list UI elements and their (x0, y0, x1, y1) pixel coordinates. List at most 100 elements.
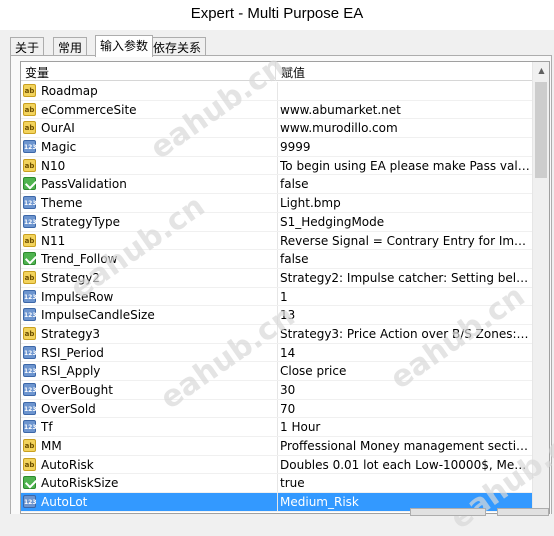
variable-name: AutoRiskSize (41, 476, 119, 491)
grid-row[interactable]: ab OurAI www.murodillo.com (21, 119, 532, 139)
variable-value[interactable]: 1 Hour (280, 420, 530, 434)
boolean-type-icon (23, 476, 36, 490)
grid-row[interactable]: ab Roadmap (21, 82, 532, 101)
variable-name: AutoRisk (41, 457, 94, 472)
vertical-scrollbar[interactable]: ▲ (532, 62, 549, 513)
tab-common[interactable]: 常用 (53, 37, 88, 56)
variable-value[interactable]: false (280, 177, 530, 191)
scroll-up-icon[interactable]: ▲ (533, 62, 549, 79)
numeric-type-icon: 123 (23, 140, 37, 154)
ok-button[interactable] (410, 508, 486, 516)
column-header-value[interactable]: 赋值 (277, 62, 532, 81)
column-separator (277, 138, 278, 156)
variable-name: ImpulseCandleSize (41, 308, 155, 323)
column-separator (277, 474, 278, 493)
grid-row[interactable]: Trend_Follow false (21, 250, 532, 269)
string-type-icon: ab (23, 121, 36, 135)
column-separator (277, 156, 278, 175)
variable-value[interactable]: www.abumarket.net (280, 103, 530, 117)
string-type-icon: ab (23, 326, 36, 340)
variable-name: ImpulseRow (41, 289, 114, 304)
numeric-type-icon: 123 (23, 401, 37, 415)
numeric-type-icon: 123 (23, 383, 37, 396)
numeric-type-icon: 123 (23, 364, 37, 378)
column-separator (277, 324, 278, 343)
grid-row[interactable]: AutoRiskSize true (21, 474, 532, 494)
variable-value[interactable]: 14 (280, 346, 530, 360)
grid-row[interactable]: ab AutoRisk Doubles 0.01 lot each Low-1000… (21, 455, 532, 475)
column-separator (277, 82, 278, 100)
grid-row[interactable]: 123 ImpulseRow 1 (21, 287, 532, 307)
variable-value[interactable]: Strategy3: Price Action over B/S Zones: … (280, 327, 530, 341)
grid-row[interactable]: ab MM Proffessional Money management secti… (21, 437, 532, 456)
column-separator (277, 194, 278, 212)
string-type-icon: ab (23, 270, 36, 284)
grid-row[interactable]: 123 Magic 9999 (21, 138, 532, 157)
variable-value[interactable]: Close price (280, 364, 530, 378)
variable-name: Trend_Follow (41, 252, 118, 267)
string-type-icon: ab (23, 158, 36, 172)
grid-row[interactable]: 123 OverSold 70 (21, 399, 532, 419)
column-separator (277, 399, 278, 418)
title-bar: Expert - Multi Purpose EA (0, 0, 554, 30)
grid-row[interactable]: 123 RSI_Apply Close price (21, 362, 532, 381)
variable-value[interactable]: Reverse Signal = Contrary Entry for Impu… (280, 234, 530, 248)
variable-name: PassValidation (41, 177, 127, 192)
variable-name: N10 (41, 158, 66, 173)
variable-value[interactable]: 13 (280, 308, 530, 322)
column-separator (277, 362, 278, 380)
column-separator (277, 287, 278, 306)
variable-value[interactable]: Doubles 0.01 lot each Low-10000$, Med-50… (280, 458, 530, 472)
inputs-grid: 变量 赋值 ab Roadmap ab eCommerceSite www.abumar… (20, 61, 550, 514)
string-type-icon: ab (23, 84, 36, 97)
grid-rows: ab Roadmap ab eCommerceSite www.abumarket.ne… (21, 82, 532, 512)
column-separator (277, 100, 278, 119)
variable-value[interactable]: true (280, 476, 530, 490)
tab-dependencies[interactable]: 依存关系 (148, 37, 207, 56)
grid-row[interactable]: ab eCommerceSite www.abumarket.net (21, 100, 532, 120)
variable-value[interactable]: false (280, 252, 530, 266)
variable-value[interactable]: 70 (280, 402, 530, 416)
tab-inputs[interactable]: 输入参数 (95, 35, 154, 57)
grid-row[interactable]: ab Strategy3 Strategy3: Price Action over … (21, 324, 532, 344)
grid-row[interactable]: 123 Tf 1 Hour (21, 418, 532, 438)
variable-name: OverSold (41, 401, 96, 416)
variable-value[interactable]: Strategy2: Impulse catcher: Setting belo… (280, 271, 530, 285)
grid-row[interactable]: PassValidation false (21, 175, 532, 195)
string-type-icon: ab (23, 102, 36, 116)
variable-value[interactable]: Light.bmp (280, 196, 530, 210)
numeric-type-icon: 123 (23, 214, 37, 228)
column-separator (277, 418, 278, 437)
grid-row[interactable]: ab N10 To begin using EA please make Pass … (21, 156, 532, 176)
column-separator (277, 119, 278, 138)
variable-value[interactable]: www.murodillo.com (280, 121, 530, 135)
column-separator (277, 250, 278, 268)
variable-value[interactable]: To begin using EA please make Pass valid… (280, 159, 530, 173)
grid-row[interactable]: 123 Theme Light.bmp (21, 194, 532, 213)
column-separator (277, 231, 278, 250)
grid-row[interactable]: 123 RSI_Period 14 (21, 343, 532, 363)
variable-name: Tf (41, 420, 53, 435)
variable-value[interactable]: 9999 (280, 140, 530, 154)
grid-row[interactable]: 123 OverBought 30 (21, 381, 532, 400)
grid-row[interactable]: 123 ImpulseCandleSize 13 (21, 306, 532, 325)
variable-name: OverBought (41, 383, 113, 397)
grid-header: 变量 赋值 (21, 62, 532, 81)
column-header-variable[interactable]: 变量 (21, 62, 276, 81)
variable-value[interactable]: 30 (280, 383, 530, 397)
variable-name: Strategy2 (41, 270, 101, 285)
variable-name: RSI_Period (41, 345, 104, 360)
grid-row[interactable]: ab Strategy2 Strategy2: Impulse catcher: S… (21, 268, 532, 288)
variable-value[interactable]: Proffessional Money management section (280, 439, 530, 453)
variable-value[interactable]: 1 (280, 290, 530, 304)
variable-value[interactable]: S1_HedgingMode (280, 215, 530, 229)
numeric-type-icon: 123 (23, 308, 37, 322)
column-separator (277, 306, 278, 324)
grid-row[interactable]: 123 StrategyType S1_HedgingMode (21, 212, 532, 232)
grid-row[interactable]: ab N11 Reverse Signal = Contrary Entry for… (21, 231, 532, 251)
numeric-type-icon: 123 (23, 289, 37, 303)
cancel-button[interactable] (497, 508, 549, 516)
scrollbar-thumb[interactable] (535, 82, 547, 178)
tab-bar: 关于 常用 输入参数 依存关系 (10, 35, 550, 57)
tab-about[interactable]: 关于 (10, 37, 45, 56)
